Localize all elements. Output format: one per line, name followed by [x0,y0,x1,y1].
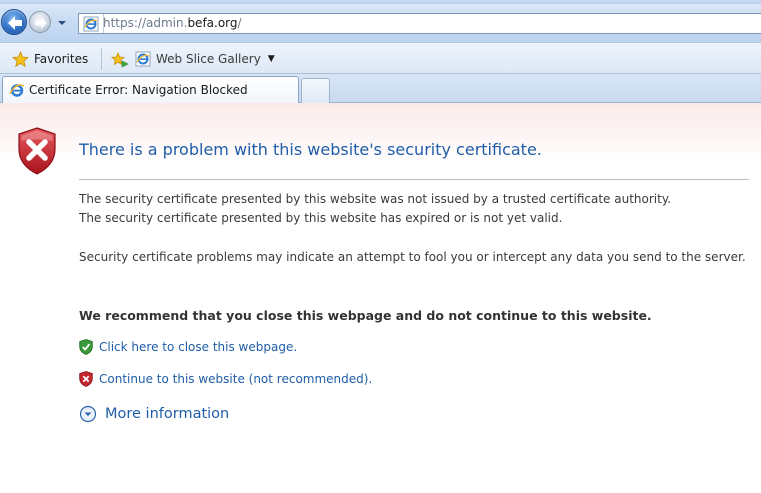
recommendation-text: We recommend that you close this webpage… [79,308,652,323]
forward-button[interactable] [29,11,51,33]
error-shield-icon [18,127,56,175]
tab-strip: Certificate Error: Navigation Blocked [0,74,761,103]
red-shield-x-icon [79,371,93,387]
favorites-separator [101,48,102,70]
ie-page-icon [135,51,151,67]
favorites-bar: Favorites Web Slice Gallery ▼ [0,42,761,74]
problem-untrusted-authority: The security certificate presented by th… [79,192,672,206]
problem-expired: The security certificate presented by th… [79,211,563,225]
address-bar[interactable]: https://admin.befa.org/ [78,13,761,34]
title-divider [79,179,749,180]
ie-page-icon [83,16,99,32]
continue-to-website-link[interactable]: Continue to this website (not recommende… [79,371,372,387]
recent-pages-dropdown[interactable] [55,15,69,29]
close-webpage-link-text[interactable]: Click here to close this webpage. [99,340,297,354]
favorites-button[interactable]: Favorites [12,49,88,69]
chevron-down-icon [58,21,66,25]
tab-title: Certificate Error: Navigation Blocked [29,83,248,97]
page-title: There is a problem with this website's s… [79,140,542,159]
star-icon [12,50,29,67]
more-information-toggle[interactable]: More information [79,405,229,423]
url-domain: befa.org [187,16,238,30]
web-slice-gallery-button[interactable]: Web Slice Gallery ▼ [135,49,275,69]
more-information-label[interactable]: More information [105,406,229,422]
add-to-favorites-bar-icon[interactable] [111,51,129,69]
expand-circle-icon [79,405,97,423]
forward-arrow-icon [35,17,47,29]
navigation-bar: https://admin.befa.org/ [0,4,761,42]
new-tab-button[interactable] [301,78,330,103]
continue-link-text[interactable]: Continue to this website (not recommende… [99,372,372,386]
url-prefix: https://admin. [103,16,188,30]
green-shield-check-icon [79,339,93,355]
url-suffix: / [237,16,242,30]
certificate-problem-details: The security certificate presented by th… [79,190,749,228]
tab-certificate-error[interactable]: Certificate Error: Navigation Blocked [2,76,299,103]
web-slice-gallery-label: Web Slice Gallery [156,52,261,66]
close-webpage-link[interactable]: Click here to close this webpage. [79,339,297,355]
dropdown-caret-icon: ▼ [267,54,275,64]
back-arrow-icon [8,16,22,30]
back-button[interactable] [1,9,27,35]
favorites-label: Favorites [34,52,89,66]
address-url[interactable]: https://admin.befa.org/ [103,16,242,30]
security-warning-text: Security certificate problems may indica… [79,250,746,264]
certificate-error-page: There is a problem with this website's s… [0,103,761,493]
ie-logo-icon [9,84,25,97]
